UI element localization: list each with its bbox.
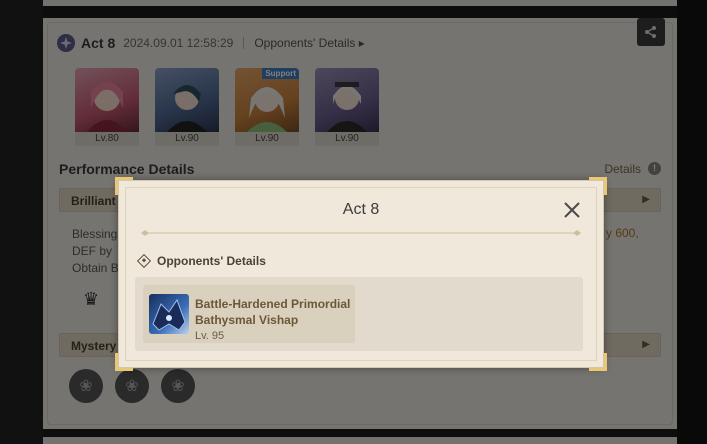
corner-ornament: [589, 177, 607, 195]
act-details-modal: Act 8 Opponents' Details Battle-Hardened…: [115, 177, 607, 371]
section-label: Opponents' Details: [157, 254, 266, 268]
ornamental-divider: [141, 230, 581, 236]
opponent-level: Lv. 95: [195, 330, 225, 342]
opponent-card[interactable]: Battle-Hardened Primordial Bathysmal Vis…: [143, 285, 355, 343]
opponent-name-line: Battle-Hardened Primordial: [195, 297, 351, 311]
opponent-name: Battle-Hardened Primordial Bathysmal Vis…: [195, 296, 355, 328]
diamond-bullet-icon: [136, 253, 152, 269]
modal-title: Act 8: [342, 201, 380, 218]
corner-ornament: [589, 353, 607, 371]
opponent-name-line: Bathysmal Vishap: [195, 313, 299, 327]
corner-ornament: [115, 353, 133, 371]
close-icon: [564, 202, 580, 218]
opponents-section-header: Opponents' Details: [136, 253, 266, 269]
opponents-panel: Battle-Hardened Primordial Bathysmal Vis…: [135, 277, 583, 351]
opponent-portrait: [149, 294, 189, 334]
corner-ornament: [115, 177, 133, 195]
close-button[interactable]: [561, 199, 583, 221]
